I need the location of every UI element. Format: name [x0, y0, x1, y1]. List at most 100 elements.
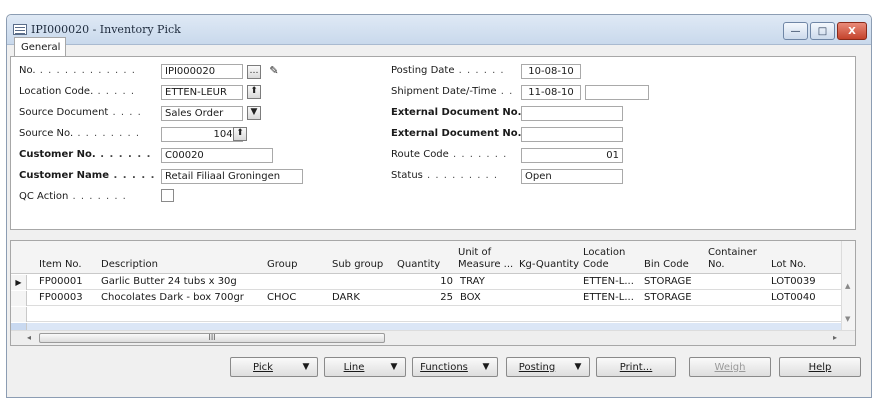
- table-row[interactable]: ▶ FP00001 Garlic Butter 24 tubs x 30g 10…: [11, 275, 841, 290]
- group-cell[interactable]: CHOC: [267, 292, 296, 303]
- source-no-field[interactable]: 1043: [161, 127, 243, 142]
- location-cell[interactable]: ETTEN-L...: [583, 276, 634, 287]
- no-label: No. . . . . . . . . . . . .: [19, 65, 136, 76]
- status-field[interactable]: Open: [521, 169, 623, 184]
- maximize-button[interactable]: □: [810, 22, 835, 40]
- table-row-empty[interactable]: [11, 307, 841, 322]
- description-cell[interactable]: Garlic Butter 24 tubs x 30g: [101, 276, 237, 287]
- lines-grid: Item No. Description Group Sub group Qua…: [10, 240, 856, 346]
- lot-cell[interactable]: LOT0039: [771, 276, 816, 287]
- uom-cell[interactable]: TRAY: [460, 276, 485, 287]
- source-document-field[interactable]: Sales Order: [161, 106, 243, 121]
- bin-cell[interactable]: STORAGE: [644, 276, 692, 287]
- quantity-cell[interactable]: 25: [397, 292, 453, 303]
- scroll-left-icon[interactable]: ◂: [27, 333, 31, 342]
- posting-menu-button[interactable]: Posting ▼: [506, 357, 590, 377]
- item-no-cell[interactable]: FP00003: [39, 292, 83, 303]
- assist-edit-button[interactable]: …: [247, 65, 261, 79]
- vertical-scrollbar[interactable]: ▲ ▼: [841, 241, 855, 332]
- dropdown-arrow-icon[interactable]: ▼: [247, 106, 261, 120]
- functions-menu-button[interactable]: Functions ▼: [412, 357, 498, 377]
- location-code-label: Location Code. . . . . .: [19, 86, 136, 97]
- item-no-cell[interactable]: FP00001: [39, 276, 83, 287]
- scroll-down-icon[interactable]: ▼: [845, 315, 850, 323]
- col-bin-code[interactable]: Bin Code: [644, 259, 689, 271]
- line-menu-button[interactable]: Line ▼: [324, 357, 406, 377]
- col-unit-of-measure[interactable]: Unit of Measure ...: [458, 247, 528, 271]
- help-button[interactable]: Help: [779, 357, 861, 377]
- chevron-down-icon: ▼: [482, 362, 490, 372]
- bin-cell[interactable]: STORAGE: [644, 292, 692, 303]
- table-row[interactable]: FP00003 Chocolates Dark - box 700gr CHOC…: [11, 291, 841, 306]
- col-sub-group[interactable]: Sub group: [332, 259, 383, 271]
- shipment-date-label: Shipment Date/-Time . .: [391, 86, 514, 97]
- route-code-field[interactable]: 01: [521, 148, 623, 163]
- external-document-no-field[interactable]: [521, 106, 623, 121]
- horizontal-scrollbar[interactable]: ◂ III ▸: [11, 330, 855, 345]
- source-document-label: Source Document . . . .: [19, 107, 142, 118]
- chevron-down-icon: ▼: [390, 362, 398, 372]
- qc-action-checkbox[interactable]: [161, 189, 174, 202]
- shipment-time-field[interactable]: [585, 85, 649, 100]
- row-selector[interactable]: [11, 291, 27, 306]
- uom-cell[interactable]: BOX: [460, 292, 481, 303]
- help-label: Help: [808, 361, 832, 373]
- minimize-button[interactable]: —: [783, 22, 808, 40]
- chevron-down-icon: ▼: [574, 362, 582, 372]
- qc-action-label: QC Action . . . . . . .: [19, 191, 127, 202]
- weigh-button[interactable]: Weigh: [689, 357, 771, 377]
- scroll-right-icon[interactable]: ▸: [833, 333, 837, 342]
- row-pointer-icon[interactable]: ▶: [11, 275, 27, 290]
- print-label: Print...: [619, 361, 653, 373]
- posting-date-label: Posting Date . . . . . .: [391, 65, 505, 76]
- location-cell[interactable]: ETTEN-L...: [583, 292, 634, 303]
- source-no-label: Source No. . . . . . . . .: [19, 128, 140, 139]
- print-button[interactable]: Print...: [596, 357, 676, 377]
- external-document-no-label: External Document No. .: [391, 107, 530, 118]
- window-title: IPI000020 - Inventory Pick: [31, 23, 181, 36]
- pick-label: Pick: [253, 361, 273, 373]
- chevron-down-icon: ▼: [302, 362, 310, 372]
- customer-name-field[interactable]: Retail Filiaal Groningen: [161, 169, 303, 184]
- general-panel: No. . . . . . . . . . . . . IPI000020 … …: [10, 56, 856, 230]
- shipment-date-field[interactable]: 11-08-10: [521, 85, 581, 100]
- form-icon: [13, 24, 27, 35]
- customer-no-field[interactable]: C00020: [161, 148, 273, 163]
- col-lot-no[interactable]: Lot No.: [771, 259, 806, 271]
- weigh-label: Weigh: [714, 361, 746, 373]
- external-document-no2-field[interactable]: [521, 127, 623, 142]
- location-code-field[interactable]: ETTEN-LEUR: [161, 85, 243, 100]
- row-selector[interactable]: [11, 307, 27, 322]
- pick-menu-button[interactable]: Pick ▼: [230, 357, 318, 377]
- col-group[interactable]: Group: [267, 259, 297, 271]
- posting-date-field[interactable]: 10-08-10: [521, 64, 581, 79]
- col-container-no[interactable]: Container No.: [708, 247, 758, 271]
- col-item-no[interactable]: Item No.: [39, 259, 82, 271]
- customer-no-label: Customer No. . . . . . .: [19, 149, 152, 160]
- col-location-code[interactable]: Location Code: [583, 247, 625, 271]
- posting-label: Posting: [518, 361, 556, 373]
- source-no-lookup-icon[interactable]: ⬆: [233, 127, 247, 141]
- route-code-label: Route Code . . . . . . .: [391, 149, 508, 160]
- line-label: Line: [343, 361, 365, 373]
- quantity-cell[interactable]: 10: [397, 276, 453, 287]
- status-label: Status . . . . . . . . .: [391, 170, 499, 181]
- external-document-no2-label: External Document No.2 .: [391, 128, 537, 139]
- col-quantity[interactable]: Quantity: [397, 259, 440, 271]
- lot-cell[interactable]: LOT0040: [771, 292, 816, 303]
- tab-general[interactable]: General: [14, 37, 66, 57]
- pencil-icon[interactable]: ✎: [267, 65, 281, 79]
- close-button[interactable]: X: [837, 22, 867, 40]
- title-bar[interactable]: IPI000020 - Inventory Pick — □ X: [7, 15, 871, 45]
- grid-header: Item No. Description Group Sub group Qua…: [11, 241, 841, 274]
- customer-name-label: Customer Name . . . . .: [19, 170, 156, 181]
- description-cell[interactable]: Chocolates Dark - box 700gr: [101, 292, 244, 303]
- scroll-thumb[interactable]: III: [39, 333, 385, 343]
- col-description[interactable]: Description: [101, 259, 158, 271]
- col-kg-quantity[interactable]: Kg-Quantity: [519, 259, 579, 271]
- sub-group-cell[interactable]: DARK: [332, 292, 360, 303]
- lookup-up-arrow-icon[interactable]: ⬆: [247, 85, 261, 99]
- functions-label: Functions: [420, 361, 468, 373]
- scroll-up-icon[interactable]: ▲: [845, 282, 850, 290]
- no-field[interactable]: IPI000020: [161, 64, 243, 79]
